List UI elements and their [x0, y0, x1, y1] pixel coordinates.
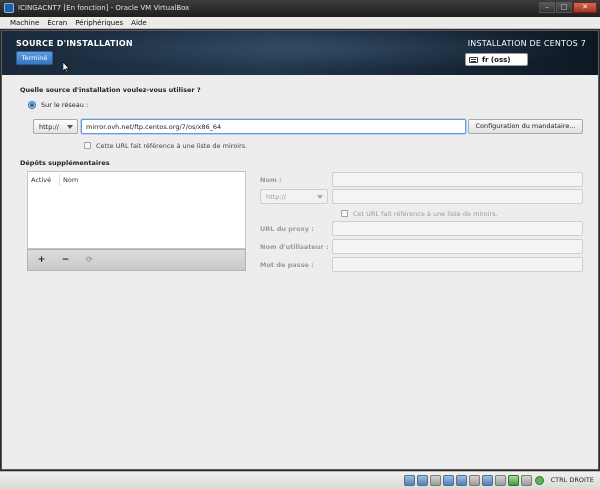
remove-repo-button[interactable]: −	[56, 253, 75, 268]
window-controls: – □ ✕	[539, 2, 597, 13]
install-title: INSTALLATION DE CENTOS 7	[467, 39, 586, 48]
shared-folders-icon[interactable]	[469, 475, 480, 486]
refresh-repos-button[interactable]: ⟳	[80, 253, 99, 268]
window-title: ICINGACNT7 [En fonction] - Oracle VM Vir…	[18, 4, 190, 12]
repos-toolbar: + − ⟳	[27, 249, 246, 271]
network-source-label: Sur le réseau :	[41, 101, 89, 109]
add-repo-button[interactable]: +	[32, 253, 51, 268]
device-icons	[404, 475, 532, 486]
window-titlebar: ICINGACNT7 [En fonction] - Oracle VM Vir…	[0, 0, 600, 17]
username-input[interactable]	[332, 239, 583, 254]
virtualization-icon[interactable]	[508, 475, 519, 486]
minimize-button[interactable]: –	[539, 2, 555, 13]
repo-url-input[interactable]	[332, 189, 583, 204]
proxy-url-input[interactable]	[332, 221, 583, 236]
repo-name-label: Nom :	[260, 176, 282, 184]
keyboard-layout-indicator[interactable]: fr (oss)	[465, 53, 528, 66]
page-title: SOURCE D'INSTALLATION	[16, 39, 133, 48]
menu-devices[interactable]: Périphériques	[71, 17, 127, 28]
guest-screen: SOURCE D'INSTALLATION Terminé INSTALLATI…	[1, 30, 599, 470]
repo-mirrorlist-label: Cet URL fait référence à une liste de mi…	[353, 210, 498, 218]
repos-title: Dépôts supplémentaires	[20, 159, 110, 167]
audio-icon[interactable]	[430, 475, 441, 486]
mouse-integration-icon[interactable]	[521, 475, 532, 486]
keyboard-layout-label: fr (oss)	[482, 56, 511, 64]
repo-protocol-select[interactable]: http://	[260, 189, 328, 204]
repos-list[interactable]: Activé Nom	[27, 171, 246, 249]
hard-disk-icon[interactable]	[404, 475, 415, 486]
username-label: Nom d'utilisateur :	[260, 243, 329, 251]
mirrorlist-label: Cette URL fait référence à une liste de …	[96, 142, 248, 150]
proxy-config-button[interactable]: Configuration du mandataire...	[468, 119, 583, 134]
installer-header: SOURCE D'INSTALLATION Terminé INSTALLATI…	[2, 31, 598, 75]
chevron-down-icon	[67, 125, 73, 129]
repo-protocol-value: http://	[266, 193, 286, 201]
url-value: mirror.ovh.net/ftp.centos.org/7/os/x86_6…	[86, 123, 222, 131]
menu-screen[interactable]: Écran	[43, 17, 71, 28]
menu-help[interactable]: Aide	[127, 17, 150, 28]
maximize-button[interactable]: □	[556, 2, 572, 13]
protocol-select[interactable]: http://	[33, 119, 78, 134]
url-input[interactable]: mirror.ovh.net/ftp.centos.org/7/os/x86_6…	[81, 119, 466, 134]
usb-icon[interactable]	[456, 475, 467, 486]
menu-bar: Machine Écran Périphériques Aide	[0, 17, 600, 29]
mirrorlist-checkbox[interactable]	[84, 142, 91, 149]
source-question: Quelle source d'installation voulez-vous…	[20, 86, 201, 94]
chevron-down-icon	[317, 195, 323, 199]
password-input[interactable]	[332, 257, 583, 272]
keyboard-icon	[469, 57, 478, 63]
optical-drive-icon[interactable]	[417, 475, 428, 486]
virtualbox-icon	[4, 3, 14, 13]
video-capture-icon[interactable]	[495, 475, 506, 486]
network-source-radio[interactable]	[28, 101, 36, 109]
close-button[interactable]: ✕	[573, 2, 597, 13]
protocol-value: http://	[39, 123, 59, 131]
done-button[interactable]: Terminé	[16, 51, 53, 65]
repo-mirrorlist-checkbox[interactable]	[341, 210, 348, 217]
password-label: Mot de passe :	[260, 261, 314, 269]
column-name[interactable]: Nom	[63, 176, 78, 184]
display-icon[interactable]	[482, 475, 493, 486]
network-icon[interactable]	[443, 475, 454, 486]
proxy-url-label: URL du proxy :	[260, 225, 314, 233]
status-bar: CTRL DROITE	[0, 471, 600, 489]
menu-machine[interactable]: Machine	[6, 17, 43, 28]
host-key-label: CTRL DROITE	[550, 476, 594, 484]
mouse-pointer-icon	[63, 62, 70, 73]
repo-name-input[interactable]	[332, 172, 583, 187]
host-key-arrow-icon	[535, 476, 544, 485]
column-enabled[interactable]: Activé	[31, 176, 51, 184]
